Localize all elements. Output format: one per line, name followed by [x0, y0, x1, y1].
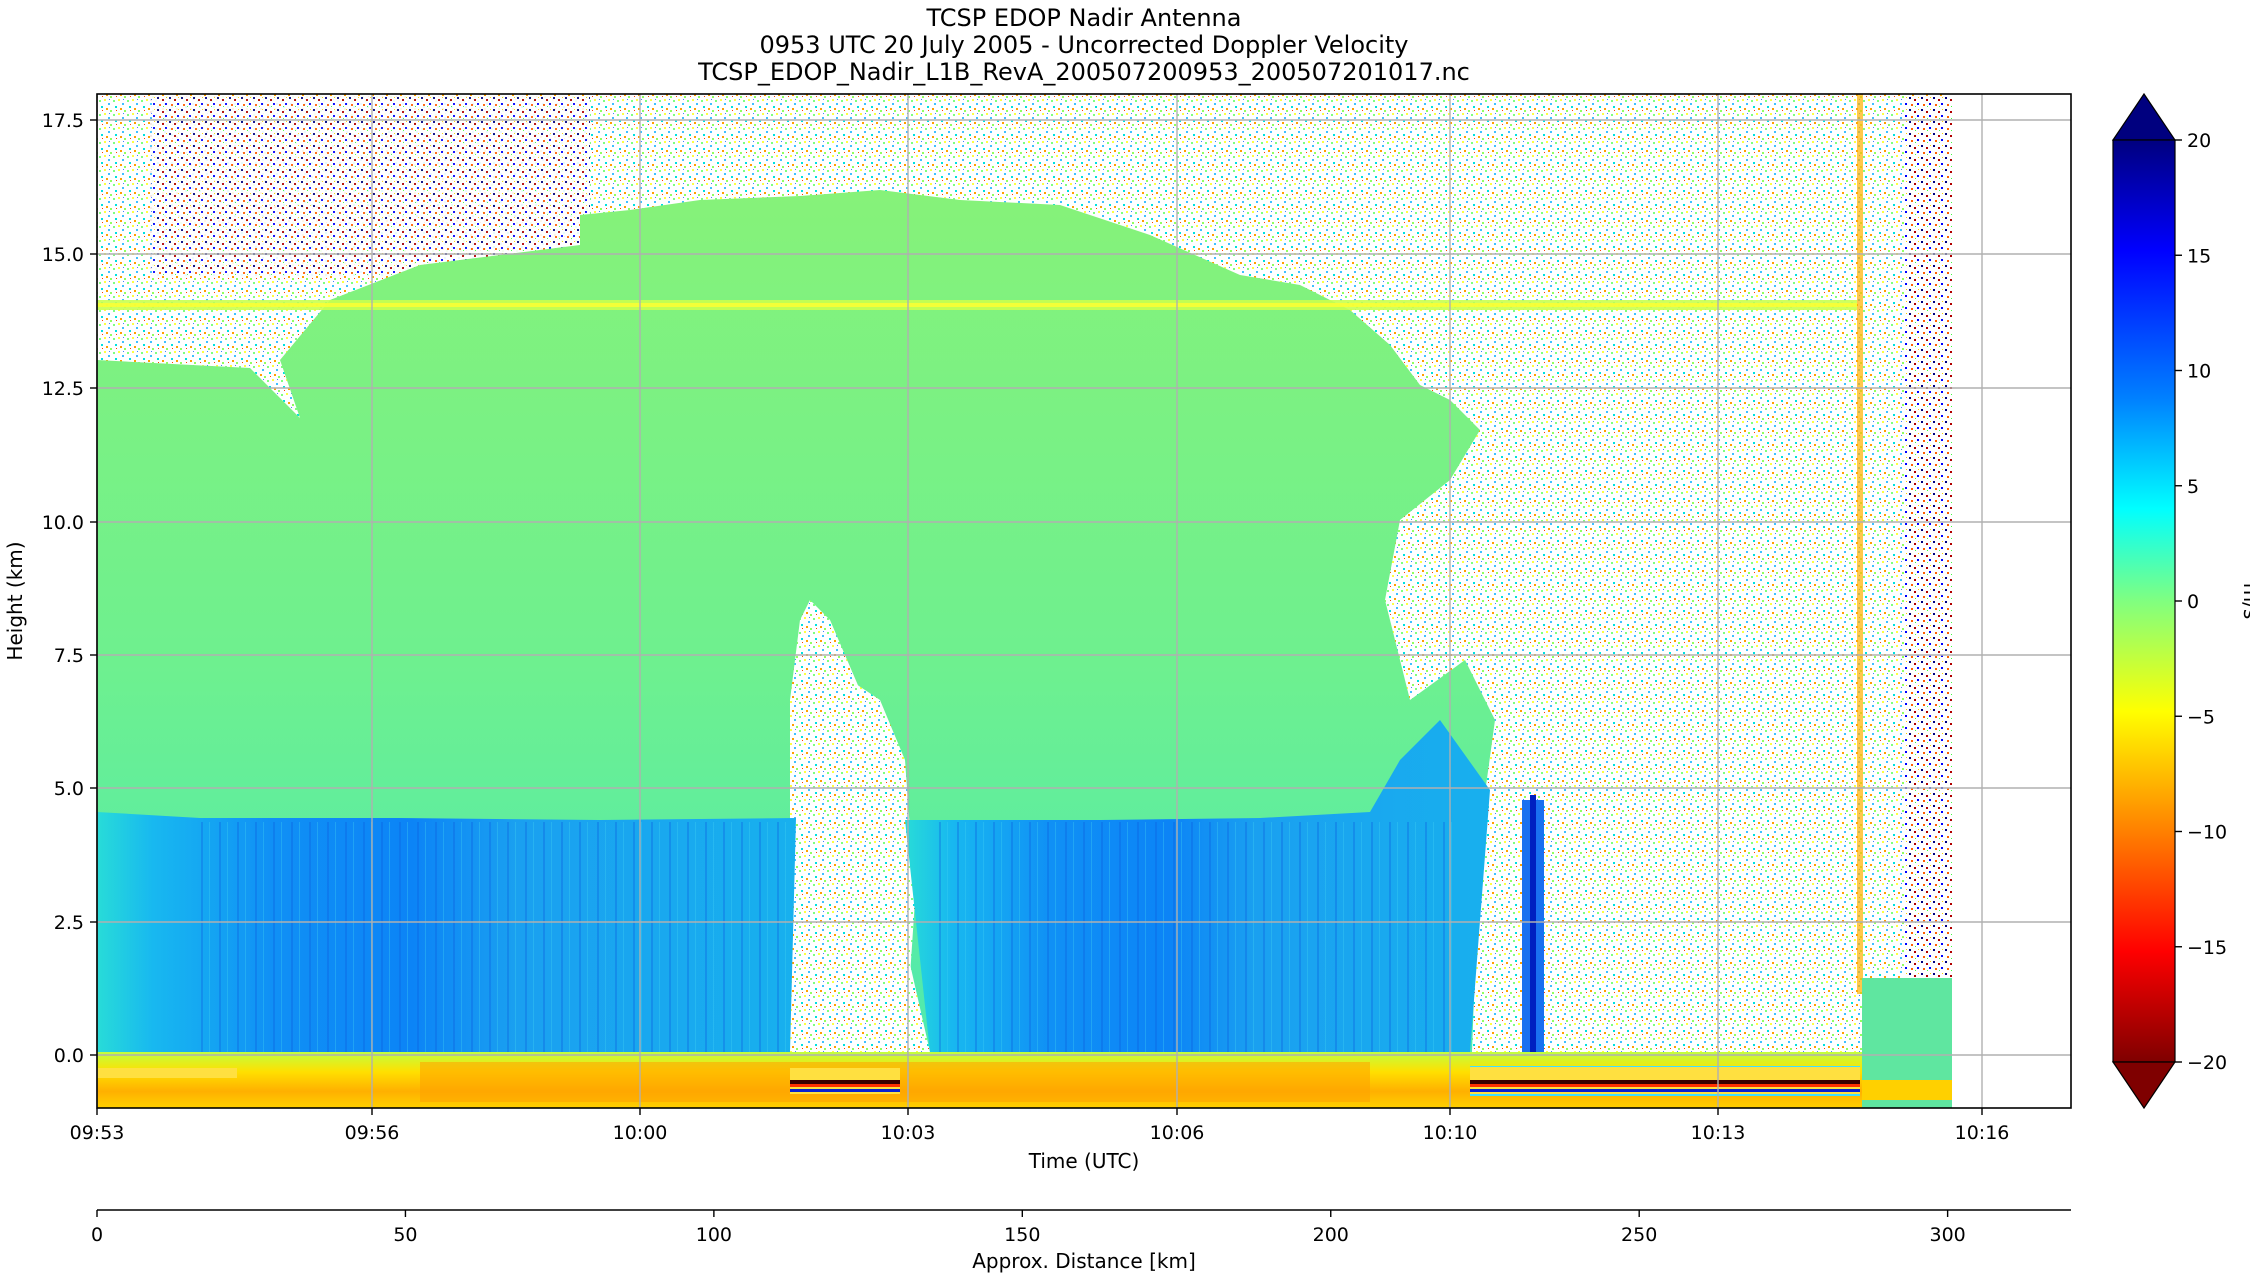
y-tick-label: 2.5 [54, 912, 84, 934]
x-axis [96, 1108, 1983, 1115]
colorbar-extend-bottom [2111, 1061, 2177, 1110]
distance-tick-label: 250 [1621, 1224, 1657, 1246]
y-tick-label: 0.0 [54, 1045, 84, 1067]
colorbar-tick-label: −20 [2187, 1052, 2227, 1074]
distance-tick-label: 50 [393, 1224, 417, 1246]
x-tick-label: 10:00 [613, 1122, 668, 1144]
colorbar-tick-label: 0 [2187, 591, 2199, 613]
x-tick-label: 10:16 [1955, 1122, 2010, 1144]
y-axis [90, 119, 97, 1056]
colorbar-tick-label: −5 [2187, 706, 2215, 728]
distance-tick-label: 200 [1313, 1224, 1349, 1246]
x-axis-label: Time (UTC) [1028, 1149, 1140, 1173]
rain-streaks-left [200, 822, 790, 1052]
y-tick-label: 10.0 [42, 512, 84, 534]
surface-ocean-right [1470, 1066, 1860, 1096]
noise-band-highlight [97, 303, 1857, 307]
noise-dark-block-left [150, 96, 590, 276]
x-tick-label: 09:56 [345, 1122, 400, 1144]
rain-streaks-middle [930, 822, 1460, 1052]
colorbar [2111, 92, 2177, 1110]
x-tick-label: 10:06 [1150, 1122, 1205, 1144]
x-tick-label: 10:03 [881, 1122, 936, 1144]
y-tick-label: 17.5 [42, 110, 84, 132]
heatmap-field [97, 94, 1953, 1108]
distance-tick-label: 0 [91, 1224, 103, 1246]
colorbar-label: m/s [2239, 583, 2250, 620]
rain-column-isolated-core [1530, 795, 1536, 1052]
artifact-vertical-line [1857, 94, 1863, 994]
aircraft-segment-end-lower [1862, 1080, 1952, 1100]
distance-tick-label: 150 [1004, 1224, 1040, 1246]
distance-axis-labels: 0 50 100 150 200 250 300 [91, 1224, 1966, 1246]
x-tick-label: 10:13 [1691, 1122, 1746, 1144]
colorbar-labels: 20 15 10 5 0 −5 −10 −15 −20 [2187, 130, 2227, 1074]
chart-title-line-1: TCSP EDOP Nadir Antenna [926, 4, 1242, 32]
surface-ocean-left [97, 1068, 237, 1078]
y-tick-label: 5.0 [54, 778, 84, 800]
chart-title-line-3: TCSP_EDOP_Nadir_L1B_RevA_200507200953_20… [697, 58, 1470, 86]
y-tick-label: 15.0 [42, 244, 84, 266]
distance-tick-label: 300 [1929, 1224, 1965, 1246]
colorbar-body [2112, 139, 2176, 1063]
surface-ocean-mid [790, 1068, 900, 1094]
colorbar-tick-label: −15 [2187, 937, 2227, 959]
colorbar-tick-label: −10 [2187, 822, 2227, 844]
distance-axis-ticks [96, 1210, 1949, 1217]
y-tick-label: 7.5 [54, 645, 84, 667]
x-tick-label: 09:53 [70, 1122, 125, 1144]
y-axis-label: Height (km) [3, 541, 27, 660]
x-tick-label: 10:10 [1423, 1122, 1478, 1144]
colorbar-tick-label: 20 [2187, 130, 2211, 152]
chart-canvas: TCSP EDOP Nadir Antenna 0953 UTC 20 July… [3, 4, 2250, 1273]
noise-dark-strip-right [1905, 96, 1953, 986]
colorbar-tick-label: 15 [2187, 245, 2211, 267]
distance-axis-label: Approx. Distance [km] [972, 1249, 1196, 1273]
colorbar-tick-label: 10 [2187, 361, 2211, 383]
distance-tick-label: 100 [696, 1224, 732, 1246]
colorbar-extend-top [2111, 92, 2177, 141]
y-tick-label: 12.5 [42, 378, 84, 400]
colorbar-ticks [2175, 139, 2182, 1063]
colorbar-tick-label: 5 [2187, 476, 2199, 498]
chart-title-line-2: 0953 UTC 20 July 2005 - Uncorrected Dopp… [759, 31, 1408, 59]
